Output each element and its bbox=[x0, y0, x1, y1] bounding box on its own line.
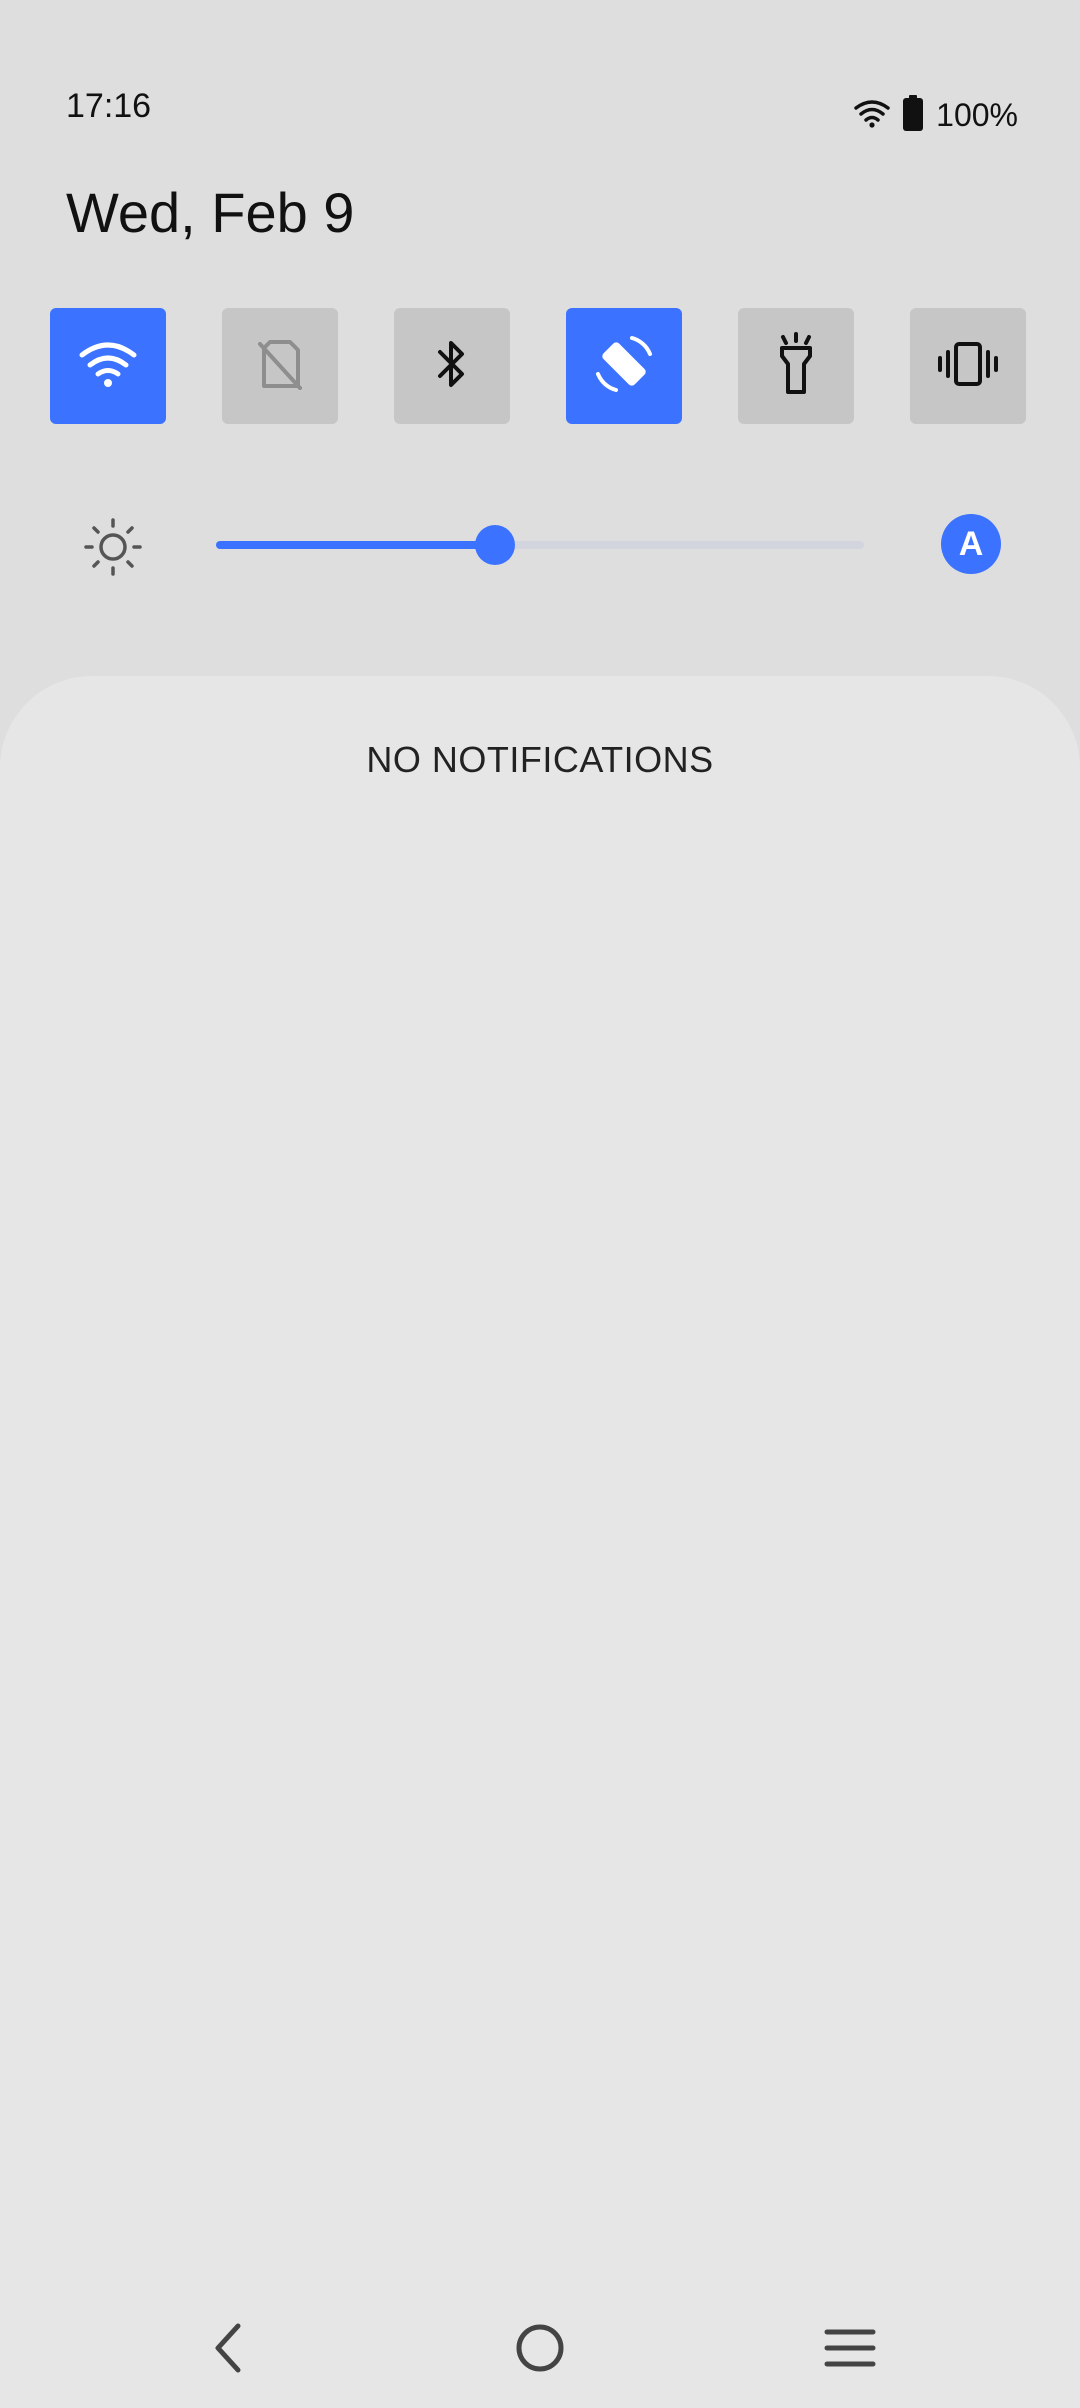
brightness-slider-thumb[interactable] bbox=[475, 525, 515, 565]
screen-rotation-icon bbox=[592, 332, 656, 401]
bluetooth-icon bbox=[432, 336, 472, 397]
wifi-signal-icon bbox=[854, 98, 890, 133]
no-notifications-label: NO NOTIFICATIONS bbox=[366, 739, 714, 780]
recents-button[interactable] bbox=[818, 2318, 882, 2382]
no-sim-icon bbox=[256, 338, 304, 395]
wifi-tile[interactable] bbox=[50, 308, 166, 424]
home-icon bbox=[514, 2322, 566, 2379]
back-icon bbox=[208, 2322, 248, 2379]
battery-percent: 100% bbox=[936, 97, 1018, 133]
flashlight-icon bbox=[774, 331, 818, 401]
quick-settings-tiles bbox=[50, 308, 1026, 424]
battery-full-icon bbox=[902, 94, 924, 136]
recents-menu-icon bbox=[824, 2326, 876, 2375]
home-button[interactable] bbox=[508, 2318, 572, 2382]
brightness-icon bbox=[84, 518, 142, 576]
wifi-icon bbox=[78, 339, 138, 394]
status-icons: 100% bbox=[854, 94, 1018, 136]
notification-panel bbox=[0, 676, 1080, 2408]
brightness-slider[interactable] bbox=[216, 525, 864, 565]
flashlight-tile[interactable] bbox=[738, 308, 854, 424]
auto-rotate-tile[interactable] bbox=[566, 308, 682, 424]
brightness-slider-fill bbox=[216, 541, 495, 549]
auto-brightness-button[interactable]: A bbox=[941, 514, 1001, 574]
back-button[interactable] bbox=[196, 2318, 260, 2382]
vibrate-tile[interactable] bbox=[910, 308, 1026, 424]
vibrate-icon bbox=[936, 340, 1000, 393]
mobile-data-tile[interactable] bbox=[222, 308, 338, 424]
bluetooth-tile[interactable] bbox=[394, 308, 510, 424]
status-time: 17:16 bbox=[66, 87, 152, 125]
date-label: Wed, Feb 9 bbox=[66, 181, 355, 244]
